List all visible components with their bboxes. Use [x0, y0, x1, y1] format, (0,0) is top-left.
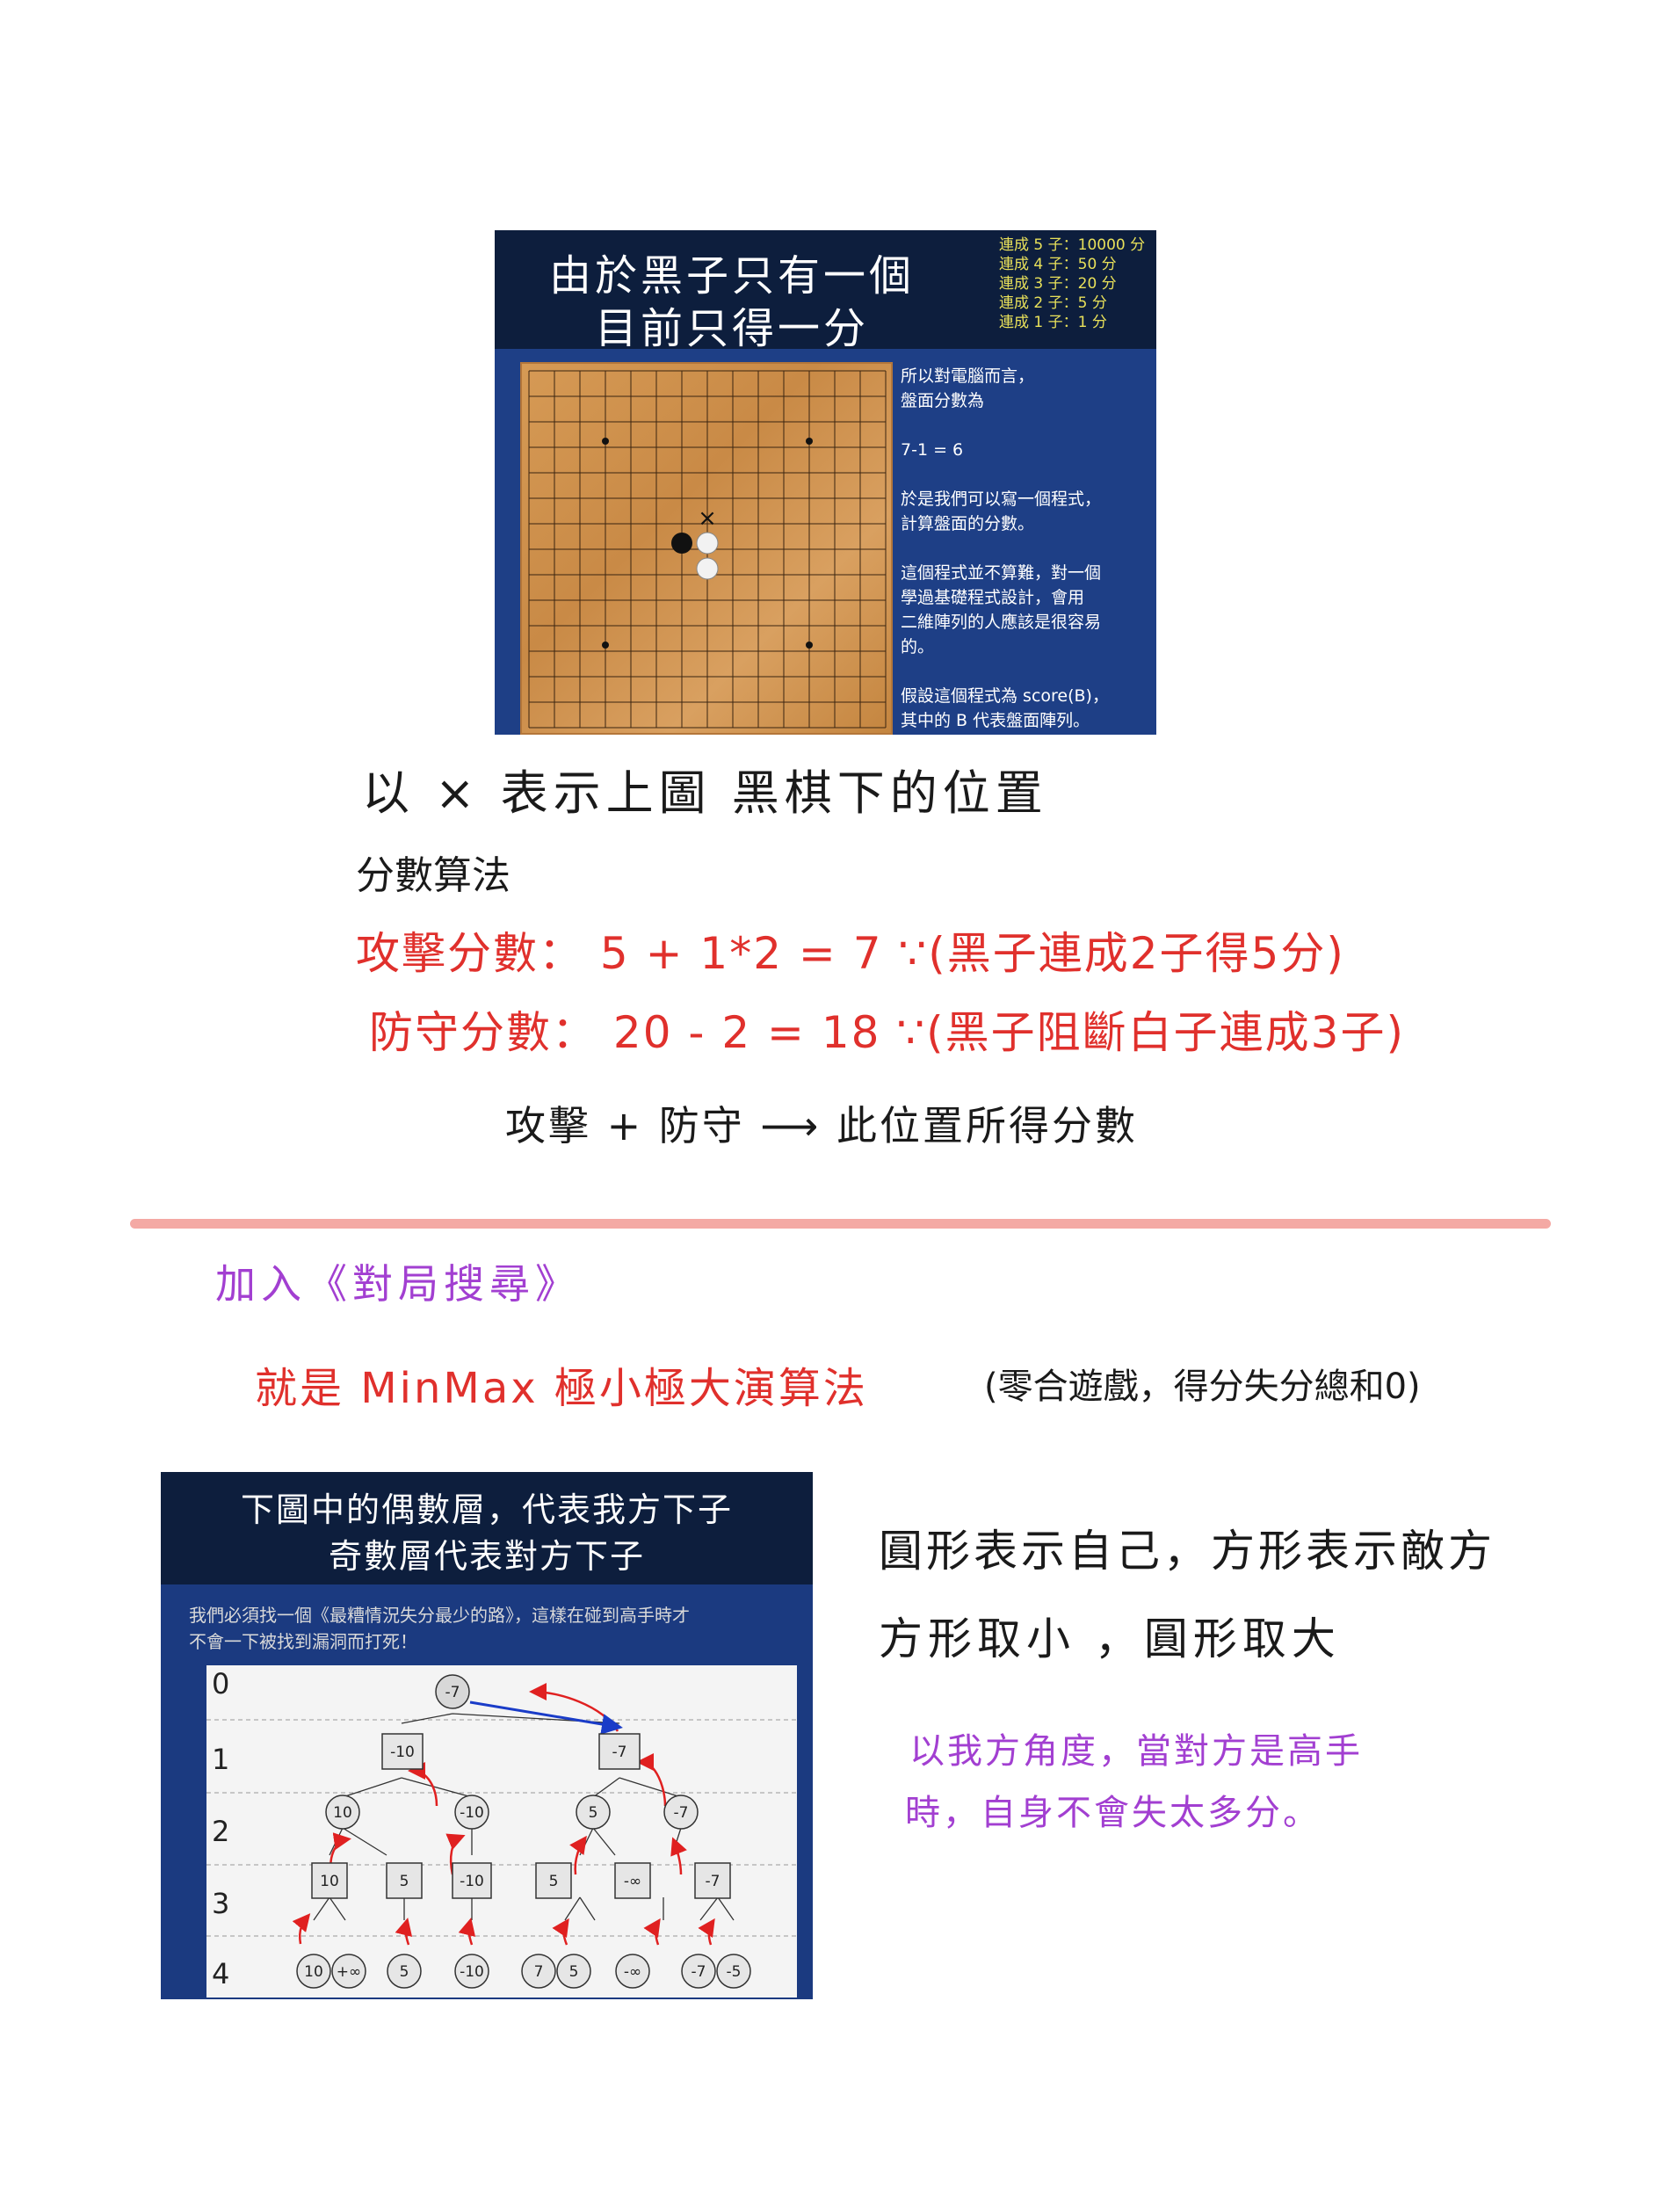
slide-title-line2: 目前只得一分: [594, 304, 869, 353]
star-point: [602, 642, 609, 649]
side-line: 計算盤面的分數。: [901, 514, 1035, 533]
side-line: 於是我們可以寫一個程式，: [901, 489, 1102, 509]
side-line: 這個程式並不算難，對一個: [901, 563, 1102, 583]
level-label: 3: [212, 1887, 229, 1920]
white-stone: [696, 557, 719, 580]
node-value: 5: [589, 1804, 598, 1822]
node-value: -10: [460, 1873, 484, 1890]
node-value: -10: [460, 1804, 484, 1822]
note-x-meaning: 以 × 表示上圖 黑棋下的位置: [362, 765, 1048, 821]
score-row: 連成 5 子：10000 分: [999, 236, 1146, 254]
side-line: 所以對電腦而言，: [901, 366, 1035, 386]
node-value: -5: [727, 1963, 742, 1981]
note-minmax: 就是 MinMax 極小極大演算法: [255, 1364, 868, 1413]
side-line: [901, 536, 1151, 561]
slide-title-line1: 下圖中的偶數層，代表我方下子: [240, 1490, 733, 1529]
score-row: 連成 3 子：20 分: [999, 275, 1117, 293]
slide-sub-line2: 不會一下被找到漏洞而打死！: [189, 1631, 417, 1652]
minmax-tree-svg: 0 1 2 3 4 -7 -10 -7 10 -10 5 -7 10 5 -10…: [206, 1667, 797, 1990]
level-label: 1: [212, 1743, 229, 1776]
level-label: 0: [212, 1667, 229, 1700]
node-value: -7: [692, 1963, 706, 1981]
node-value: 10: [304, 1963, 323, 1981]
node-value: -7: [612, 1744, 627, 1761]
x-mark: ×: [698, 505, 717, 532]
side-line: 二維陣列的人應該是很容易: [901, 613, 1102, 632]
node-value: 5: [569, 1963, 579, 1981]
note-defense-score: 防守分數： 20 - 2 = 18 ∵(黑子阻斷白子連成3子): [369, 1007, 1405, 1058]
score-row: 連成 2 子：5 分: [999, 294, 1107, 312]
slide-screenshot-scoring: 由於黑子只有一個 目前只得一分 連成 5 子：10000 分 連成 4 子：50…: [495, 230, 1156, 735]
side-line: 盤面分數為: [901, 391, 985, 410]
side-line: [901, 462, 1151, 487]
star-point: [602, 438, 609, 445]
note-zero-sum: (零合遊戲，得分失分總和0): [984, 1367, 1421, 1407]
note-min-max-rule: 方形取小 ，圓形取大: [879, 1613, 1341, 1664]
side-line: 學過基礎程式設計，會用: [901, 588, 1085, 607]
node-value: 5: [400, 1873, 409, 1890]
note-add-search: 加入《對局搜尋》: [215, 1260, 581, 1308]
note-sum: 攻擊 + 防守 ⟶ 此位置所得分數: [505, 1102, 1138, 1149]
note-attack-score: 攻擊分數： 5 + 1*2 = 7 ∵(黑子連成2子得5分): [356, 928, 1345, 979]
slide-title-line2: 奇數層代表對方下子: [328, 1537, 645, 1576]
black-stone: [671, 533, 692, 554]
node-value: -7: [674, 1804, 689, 1822]
side-line: [901, 659, 1151, 684]
node-value: 5: [549, 1873, 559, 1890]
divider-line: [130, 1219, 1551, 1229]
white-stone: [696, 532, 719, 555]
node-value: -∞: [624, 1963, 641, 1981]
note-perspective-1: 以我方角度，當對方是高手: [909, 1731, 1363, 1772]
note-perspective-2: 時，自身不會失太多分。: [905, 1793, 1321, 1833]
side-line: 7-1 = 6: [901, 440, 964, 460]
node-value: -10: [390, 1744, 415, 1761]
star-point: [806, 438, 813, 445]
score-row: 連成 4 子：50 分: [999, 256, 1117, 273]
level-label: 2: [212, 1815, 229, 1848]
star-point: [806, 642, 813, 649]
side-line: 其中的 B 代表盤面陣列。: [901, 711, 1090, 730]
score-row: 連成 1 子：1 分: [999, 314, 1107, 331]
level-label: 4: [212, 1957, 229, 1990]
slide-sub-line1: 我們必須找一個《最糟情況失分最少的路》，這樣在碰到高手時才: [189, 1605, 690, 1626]
slide-side-text: 所以對電腦而言， 盤面分數為 7-1 = 6 於是我們可以寫一個程式， 計算盤面…: [901, 364, 1151, 733]
node-value: 7: [534, 1963, 544, 1981]
node-value: +∞: [337, 1963, 361, 1981]
node-value: -7: [445, 1684, 460, 1701]
node-value: 5: [400, 1963, 409, 1981]
minmax-tree: 0 1 2 3 4 -7 -10 -7 10 -10 5 -7 10 5 -10…: [206, 1665, 797, 1998]
side-line: 的。: [901, 637, 935, 656]
gomoku-board: ×: [520, 362, 893, 735]
node-value: 10: [320, 1873, 339, 1890]
score-table: 連成 5 子：10000 分 連成 4 子：50 分 連成 3 子：20 分 連…: [999, 236, 1145, 332]
node-value: -∞: [624, 1873, 641, 1890]
board-grid: ×: [528, 370, 887, 729]
side-line: [901, 413, 1151, 438]
node-value: -10: [460, 1963, 484, 1981]
side-line: 假設這個程式為 score(B)，: [901, 686, 1109, 706]
slide-screenshot-minmax: 下圖中的偶數層，代表我方下子 奇數層代表對方下子 我們必須找一個《最糟情況失分最…: [161, 1472, 813, 1999]
note-shape-meaning: 圓形表示自己，方形表示敵方: [879, 1526, 1495, 1577]
node-value: 10: [333, 1804, 352, 1822]
note-scoring-heading: 分數算法: [356, 853, 511, 898]
node-value: -7: [706, 1873, 721, 1890]
